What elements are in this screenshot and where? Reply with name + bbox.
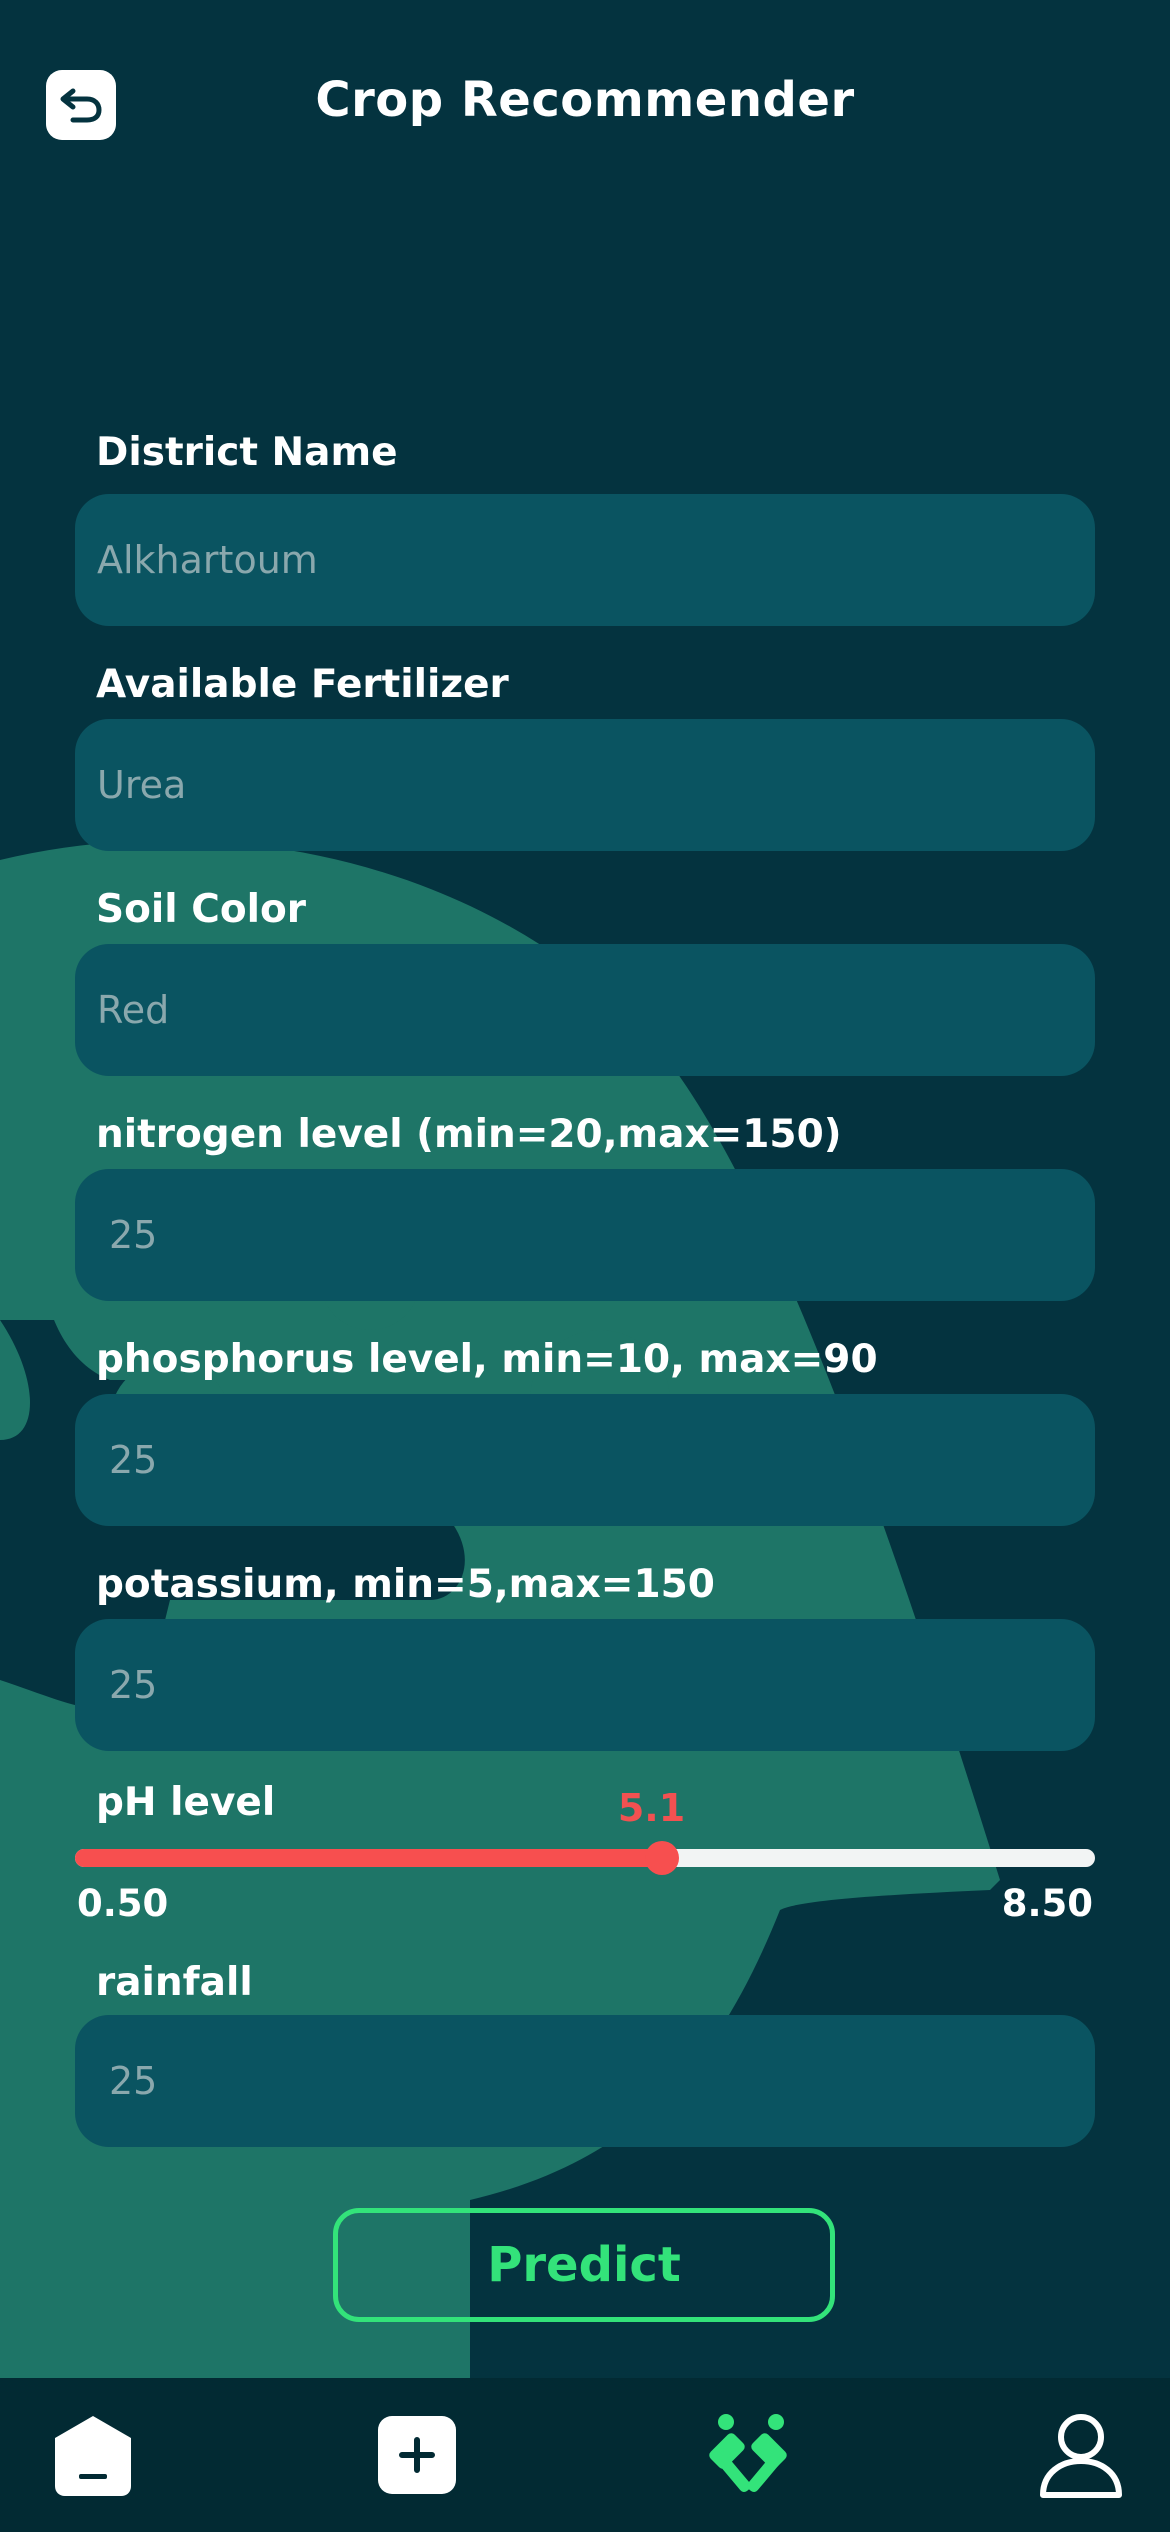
soil-color-field[interactable] [75, 944, 1095, 1076]
district-field[interactable] [75, 494, 1095, 626]
nav-home[interactable] [46, 2378, 140, 2532]
nitrogen-input[interactable] [75, 1212, 1095, 1258]
potassium-label: potassium, min=5,max=150 [96, 1562, 715, 1607]
home-icon [55, 2416, 131, 2496]
phosphorus-field[interactable] [75, 1394, 1095, 1526]
ph-slider[interactable] [75, 1841, 1095, 1875]
nav-tools[interactable] [700, 2378, 800, 2532]
ph-max-label: 8.50 [1001, 1882, 1093, 1925]
slider-thumb[interactable] [644, 1841, 679, 1875]
predict-button[interactable]: Predict [333, 2208, 835, 2322]
nav-profile[interactable] [1036, 2378, 1126, 2532]
rainfall-label: rainfall [96, 1960, 253, 2005]
nitrogen-field[interactable] [75, 1169, 1095, 1301]
slider-track-fill [75, 1849, 662, 1867]
add-icon [378, 2416, 456, 2494]
soil-color-input[interactable] [75, 987, 1095, 1033]
bottom-navigation [0, 2378, 1170, 2532]
nav-add[interactable] [374, 2378, 460, 2532]
tools-icon [709, 2414, 787, 2492]
phosphorus-label: phosphorus level, min=10, max=90 [96, 1337, 878, 1382]
nitrogen-label: nitrogen level (min=20,max=150) [96, 1112, 842, 1157]
fertilizer-label: Available Fertilizer [96, 662, 509, 707]
ph-min-label: 0.50 [77, 1882, 169, 1925]
phosphorus-input[interactable] [75, 1437, 1095, 1483]
fertilizer-input[interactable] [75, 762, 1095, 808]
district-input[interactable] [75, 537, 1095, 583]
potassium-field[interactable] [75, 1619, 1095, 1751]
profile-icon [1040, 2414, 1122, 2498]
fertilizer-field[interactable] [75, 719, 1095, 851]
ph-value-label: 5.1 [617, 1786, 686, 1830]
rainfall-input[interactable] [75, 2058, 1095, 2104]
app-header: Crop Recommender [0, 0, 1170, 210]
soil-color-label: Soil Color [96, 887, 307, 932]
rainfall-field[interactable] [75, 2015, 1095, 2147]
page-title: Crop Recommender [315, 72, 855, 128]
district-label: District Name [96, 430, 398, 475]
ph-label: pH level [96, 1780, 276, 1825]
potassium-input[interactable] [75, 1662, 1095, 1708]
